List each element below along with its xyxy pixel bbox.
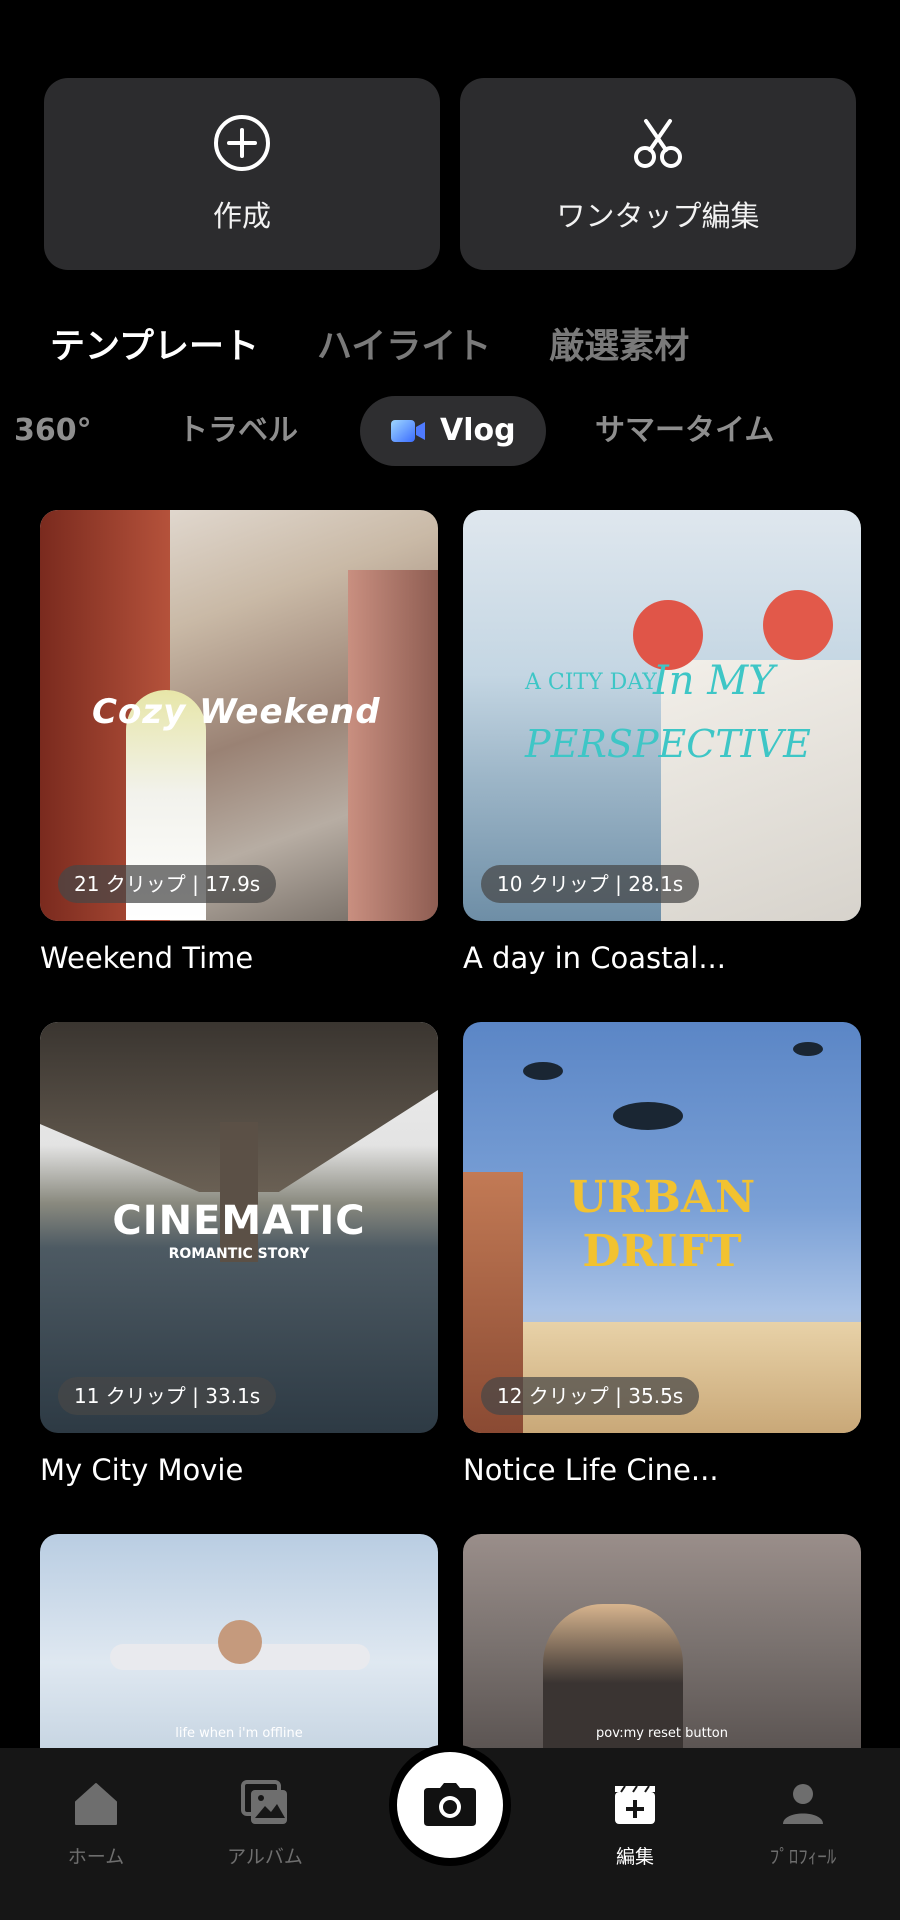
create-button[interactable]: 作成 bbox=[44, 78, 440, 270]
nav-album-label: アルバム bbox=[227, 1846, 303, 1868]
template-card[interactable]: CINEMATIC ROMANTIC STORY 11 クリップ | 33.1s… bbox=[40, 1022, 438, 1487]
bird bbox=[793, 1042, 823, 1056]
template-thumbnail: URBAN DRIFT 12 クリップ | 35.5s bbox=[463, 1022, 861, 1433]
nav-edit[interactable]: 編集 bbox=[575, 1778, 695, 1869]
clapperboard-add-icon bbox=[615, 1785, 655, 1824]
bird bbox=[613, 1102, 683, 1130]
template-title: A day in Coastal... bbox=[463, 941, 726, 975]
template-thumbnail: CINEMATIC ROMANTIC STORY 11 クリップ | 33.1s bbox=[40, 1022, 438, 1433]
nav-edit-label: 編集 bbox=[615, 1846, 654, 1868]
template-thumbnail: A CITY DAY In MY PERSPECTIVE 10 クリップ | 2… bbox=[463, 510, 861, 921]
template-card[interactable]: URBAN DRIFT 12 クリップ | 35.5s Notice Life … bbox=[463, 1022, 861, 1487]
category-chips: 360° トラベル Vlog サマータイム bbox=[0, 396, 900, 466]
template-thumbnail: life when i'm offline bbox=[40, 1534, 438, 1748]
action-row: 作成 ワンタップ編集 bbox=[44, 78, 856, 270]
chip-vlog[interactable]: Vlog bbox=[360, 396, 546, 466]
create-label: 作成 bbox=[212, 199, 271, 233]
photo-album-icon bbox=[241, 1780, 287, 1824]
tab-highlights[interactable]: ハイライト bbox=[317, 318, 491, 369]
template-card[interactable]: pov:my reset button bbox=[463, 1534, 861, 1748]
scissors-icon bbox=[634, 119, 682, 168]
bird bbox=[523, 1062, 563, 1080]
street-building bbox=[348, 570, 438, 921]
nav-profile[interactable]: ﾌﾟﾛﾌｨｰﾙ bbox=[743, 1778, 863, 1869]
chip-travel[interactable]: トラベル bbox=[178, 396, 298, 466]
home-icon bbox=[75, 1783, 117, 1825]
add-circle-icon bbox=[214, 115, 270, 171]
clip-info-badge: 12 クリップ | 35.5s bbox=[481, 1377, 700, 1415]
chip-summertime[interactable]: サマータイム bbox=[595, 396, 774, 466]
nav-home[interactable]: ホーム bbox=[36, 1778, 156, 1869]
template-card[interactable]: Cozy Weekend 21 クリップ | 17.9s Weekend Tim… bbox=[40, 510, 438, 975]
clip-info-badge: 11 クリップ | 33.1s bbox=[58, 1377, 277, 1415]
tulip bbox=[763, 590, 833, 660]
template-overlay-script: In MY bbox=[653, 658, 775, 704]
template-title: Weekend Time bbox=[40, 941, 254, 975]
one-tap-edit-button[interactable]: ワンタップ編集 bbox=[460, 78, 856, 270]
content-tabs: テンプレート ハイライト 厳選素材 bbox=[50, 318, 689, 369]
chip-vlog-label: Vlog bbox=[440, 413, 516, 448]
nav-home-label: ホーム bbox=[67, 1846, 125, 1868]
template-overlay-text: CINEMATIC bbox=[112, 1198, 366, 1244]
template-thumbnail: Cozy Weekend 21 クリップ | 17.9s bbox=[40, 510, 438, 921]
chip-360[interactable]: 360° bbox=[14, 396, 92, 466]
person-head bbox=[218, 1620, 262, 1664]
profile-icon bbox=[783, 1784, 823, 1824]
template-overlay-text: URBAN bbox=[568, 1172, 756, 1223]
nav-profile-label: ﾌﾟﾛﾌｨｰﾙ bbox=[769, 1846, 837, 1868]
tab-curated-materials[interactable]: 厳選素材 bbox=[549, 318, 689, 369]
template-card[interactable]: A CITY DAY In MY PERSPECTIVE 10 クリップ | 2… bbox=[463, 510, 861, 975]
template-title: Notice Life Cine... bbox=[463, 1453, 719, 1487]
video-camera-icon bbox=[391, 420, 425, 442]
one-tap-edit-label: ワンタップ編集 bbox=[556, 199, 760, 233]
clip-info-badge: 21 クリップ | 17.9s bbox=[58, 865, 277, 903]
template-overlay-subtitle: ROMANTIC STORY bbox=[168, 1246, 310, 1262]
tab-templates[interactable]: テンプレート bbox=[50, 318, 259, 369]
template-caption: pov:my reset button bbox=[596, 1726, 728, 1741]
clip-info-badge: 10 クリップ | 28.1s bbox=[481, 865, 700, 903]
template-title: My City Movie bbox=[40, 1453, 244, 1487]
template-card[interactable]: life when i'm offline bbox=[40, 1534, 438, 1748]
template-thumbnail: pov:my reset button bbox=[463, 1534, 861, 1748]
template-overlay-text: PERSPECTIVE bbox=[525, 722, 811, 766]
nav-album[interactable]: アルバム bbox=[205, 1778, 325, 1869]
camera-icon bbox=[424, 1783, 476, 1826]
template-overlay-text: A CITY DAY bbox=[525, 670, 657, 695]
template-overlay-text: DRIFT bbox=[582, 1226, 742, 1277]
template-overlay-text: Cozy Weekend bbox=[92, 692, 381, 732]
template-caption: life when i'm offline bbox=[175, 1726, 303, 1741]
camera-button[interactable] bbox=[397, 1752, 503, 1858]
